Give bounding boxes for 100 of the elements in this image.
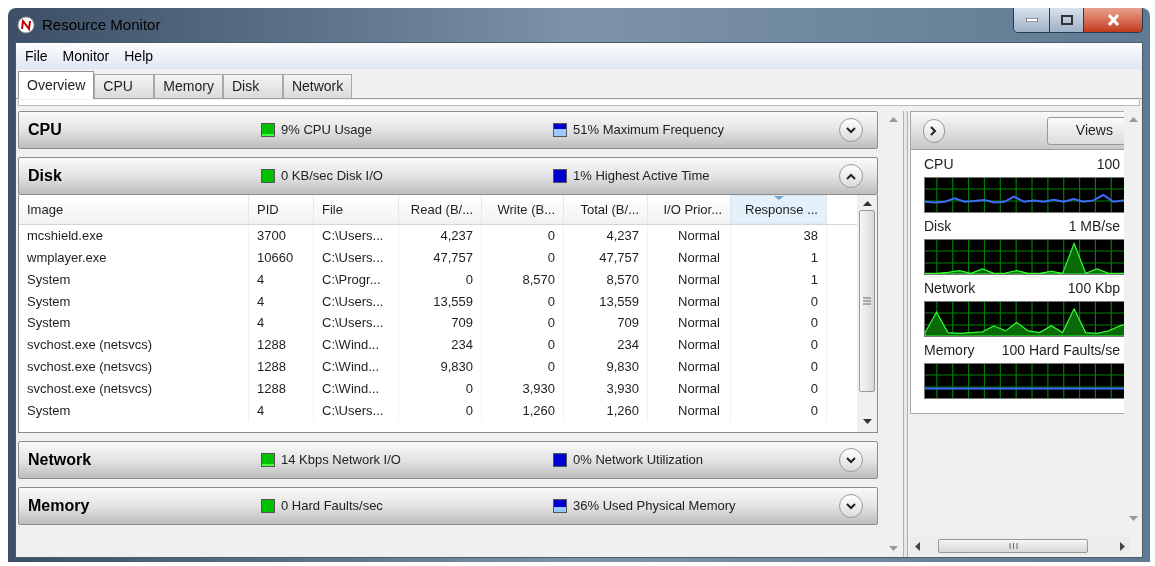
window-title: Resource Monitor (42, 14, 161, 35)
table-cell: 0 (731, 290, 827, 313)
chevron-down-icon (846, 502, 856, 510)
tab[interactable]: Memory (154, 74, 223, 98)
table-cell: 4 (249, 312, 314, 334)
tab[interactable]: Disk (222, 74, 283, 98)
scrollbar[interactable] (857, 195, 877, 432)
table-cell: 0 (482, 355, 564, 378)
table-cell: 4 (249, 268, 314, 291)
tab[interactable]: Network (282, 74, 353, 98)
table-cell: C:\Users... (314, 246, 399, 269)
minimize-button[interactable] (1014, 8, 1050, 32)
table-cell: C:\Wind... (314, 334, 399, 356)
table-cell: 0 (731, 312, 827, 334)
table-cell: Normal (648, 355, 731, 378)
menu-item[interactable]: File (19, 45, 54, 67)
column-header[interactable]: Response ... (731, 195, 827, 224)
graph-scale: 100 Hard Faults/se (1001, 340, 1120, 360)
indicator-label: 0 KB/sec Disk I/O (281, 167, 383, 186)
table-cell: C:\Users... (314, 399, 399, 422)
expand-pane-button[interactable] (923, 118, 945, 143)
section-header[interactable]: Memory 0 Hard Faults/sec 36% Used Physical Memory (18, 487, 878, 525)
table-cell: 0 (399, 377, 482, 400)
table-cell: 709 (399, 312, 482, 334)
table-cell: 3,930 (482, 377, 564, 400)
table-cell: 38 (731, 225, 827, 247)
column-header[interactable]: File (314, 195, 399, 224)
chevron-up-icon (846, 172, 856, 180)
chevron-down-icon (846, 126, 856, 134)
table-cell: C:\Wind... (314, 377, 399, 400)
table-cell: 13,559 (564, 290, 648, 313)
scroll-up-icon[interactable] (862, 201, 872, 206)
graph-label: Memory (924, 340, 975, 360)
indicator-label: 36% Used Physical Memory (573, 497, 736, 516)
table-cell: 3700 (249, 225, 314, 247)
scroll-thumb[interactable] (859, 210, 875, 392)
table-cell: 10660 (249, 246, 314, 269)
section-title: Disk (27, 166, 63, 186)
table-cell: 4 (249, 290, 314, 313)
table-cell: System (19, 399, 249, 422)
scroll-thumb[interactable] (938, 539, 1088, 553)
tab[interactable]: Overview (18, 71, 95, 99)
graph-scale: 1 MB/se (1068, 216, 1120, 236)
table-cell: wmplayer.exe (19, 246, 249, 269)
expand-button[interactable] (839, 448, 863, 472)
section-header[interactable]: Network 14 Kbps Network I/O 0% Network Utilization (18, 441, 878, 479)
table-cell: 0 (482, 290, 564, 313)
table-cell: 3,930 (564, 377, 648, 400)
column-header[interactable]: PID (249, 195, 314, 224)
table-cell: 9,830 (399, 355, 482, 378)
sort-arrow-icon (774, 196, 784, 200)
views-button[interactable]: Views (1046, 116, 1125, 145)
column-header[interactable]: Write (B... (482, 195, 564, 224)
section-title: Memory (27, 496, 91, 516)
maximize-icon (1060, 15, 1073, 25)
table-cell: 0 (399, 268, 482, 291)
table-cell: Normal (648, 246, 731, 269)
indicator-label: 14 Kbps Network I/O (281, 451, 401, 470)
graph-scale: 100 Kbp (1067, 278, 1120, 298)
table-cell: Normal (648, 377, 731, 400)
table-cell: 0 (731, 334, 827, 356)
table-cell: svchost.exe (netsvcs) (19, 334, 249, 356)
section-header[interactable]: CPU 9% CPU Usage 51% Maximum Frequency (18, 111, 878, 149)
column-header[interactable]: Read (B/... (399, 195, 482, 224)
close-icon (1106, 14, 1120, 26)
table-cell: Normal (648, 399, 731, 422)
table-cell: 4 (249, 399, 314, 422)
close-button[interactable] (1084, 8, 1142, 32)
maximize-button[interactable] (1050, 8, 1084, 32)
menu-item[interactable]: Monitor (56, 45, 116, 67)
minimize-icon (1025, 18, 1038, 22)
indicator-label: 9% CPU Usage (281, 121, 373, 140)
chevron-right-icon (930, 125, 938, 136)
horizontal-scrollbar[interactable] (910, 537, 1130, 555)
indicator-label: 51% Maximum Frequency (573, 121, 724, 140)
grip-icon (1008, 543, 1018, 549)
tab[interactable]: CPU (94, 74, 155, 98)
column-header[interactable]: I/O Prior... (648, 195, 731, 224)
table-cell: 1288 (249, 334, 314, 356)
table-cell: 0 (482, 246, 564, 269)
indicator-label: 0% Network Utilization (573, 451, 704, 470)
table-cell: Normal (648, 334, 731, 356)
menu-item[interactable]: Help (118, 45, 160, 67)
collapse-button[interactable] (839, 164, 863, 188)
scroll-down-icon[interactable] (862, 419, 872, 424)
column-header[interactable]: Image (19, 195, 249, 224)
scroll-left-icon[interactable] (915, 541, 920, 551)
scroll-right-icon[interactable] (1120, 541, 1125, 551)
indicator-label: 0 Hard Faults/sec (281, 497, 383, 516)
table-cell: 13,559 (399, 290, 482, 313)
table-cell: 0 (731, 377, 827, 400)
table-cell: Normal (648, 268, 731, 291)
graph-label: CPU (924, 154, 954, 174)
table-cell: C:\Users... (314, 225, 399, 247)
expand-button[interactable] (839, 118, 863, 142)
expand-button[interactable] (839, 494, 863, 518)
table-cell: Normal (648, 312, 731, 334)
section-header[interactable]: Disk 0 KB/sec Disk I/O 1% Highest Active Time (18, 157, 878, 195)
column-header[interactable]: Total (B/... (564, 195, 648, 224)
section-title: Network (27, 450, 93, 470)
